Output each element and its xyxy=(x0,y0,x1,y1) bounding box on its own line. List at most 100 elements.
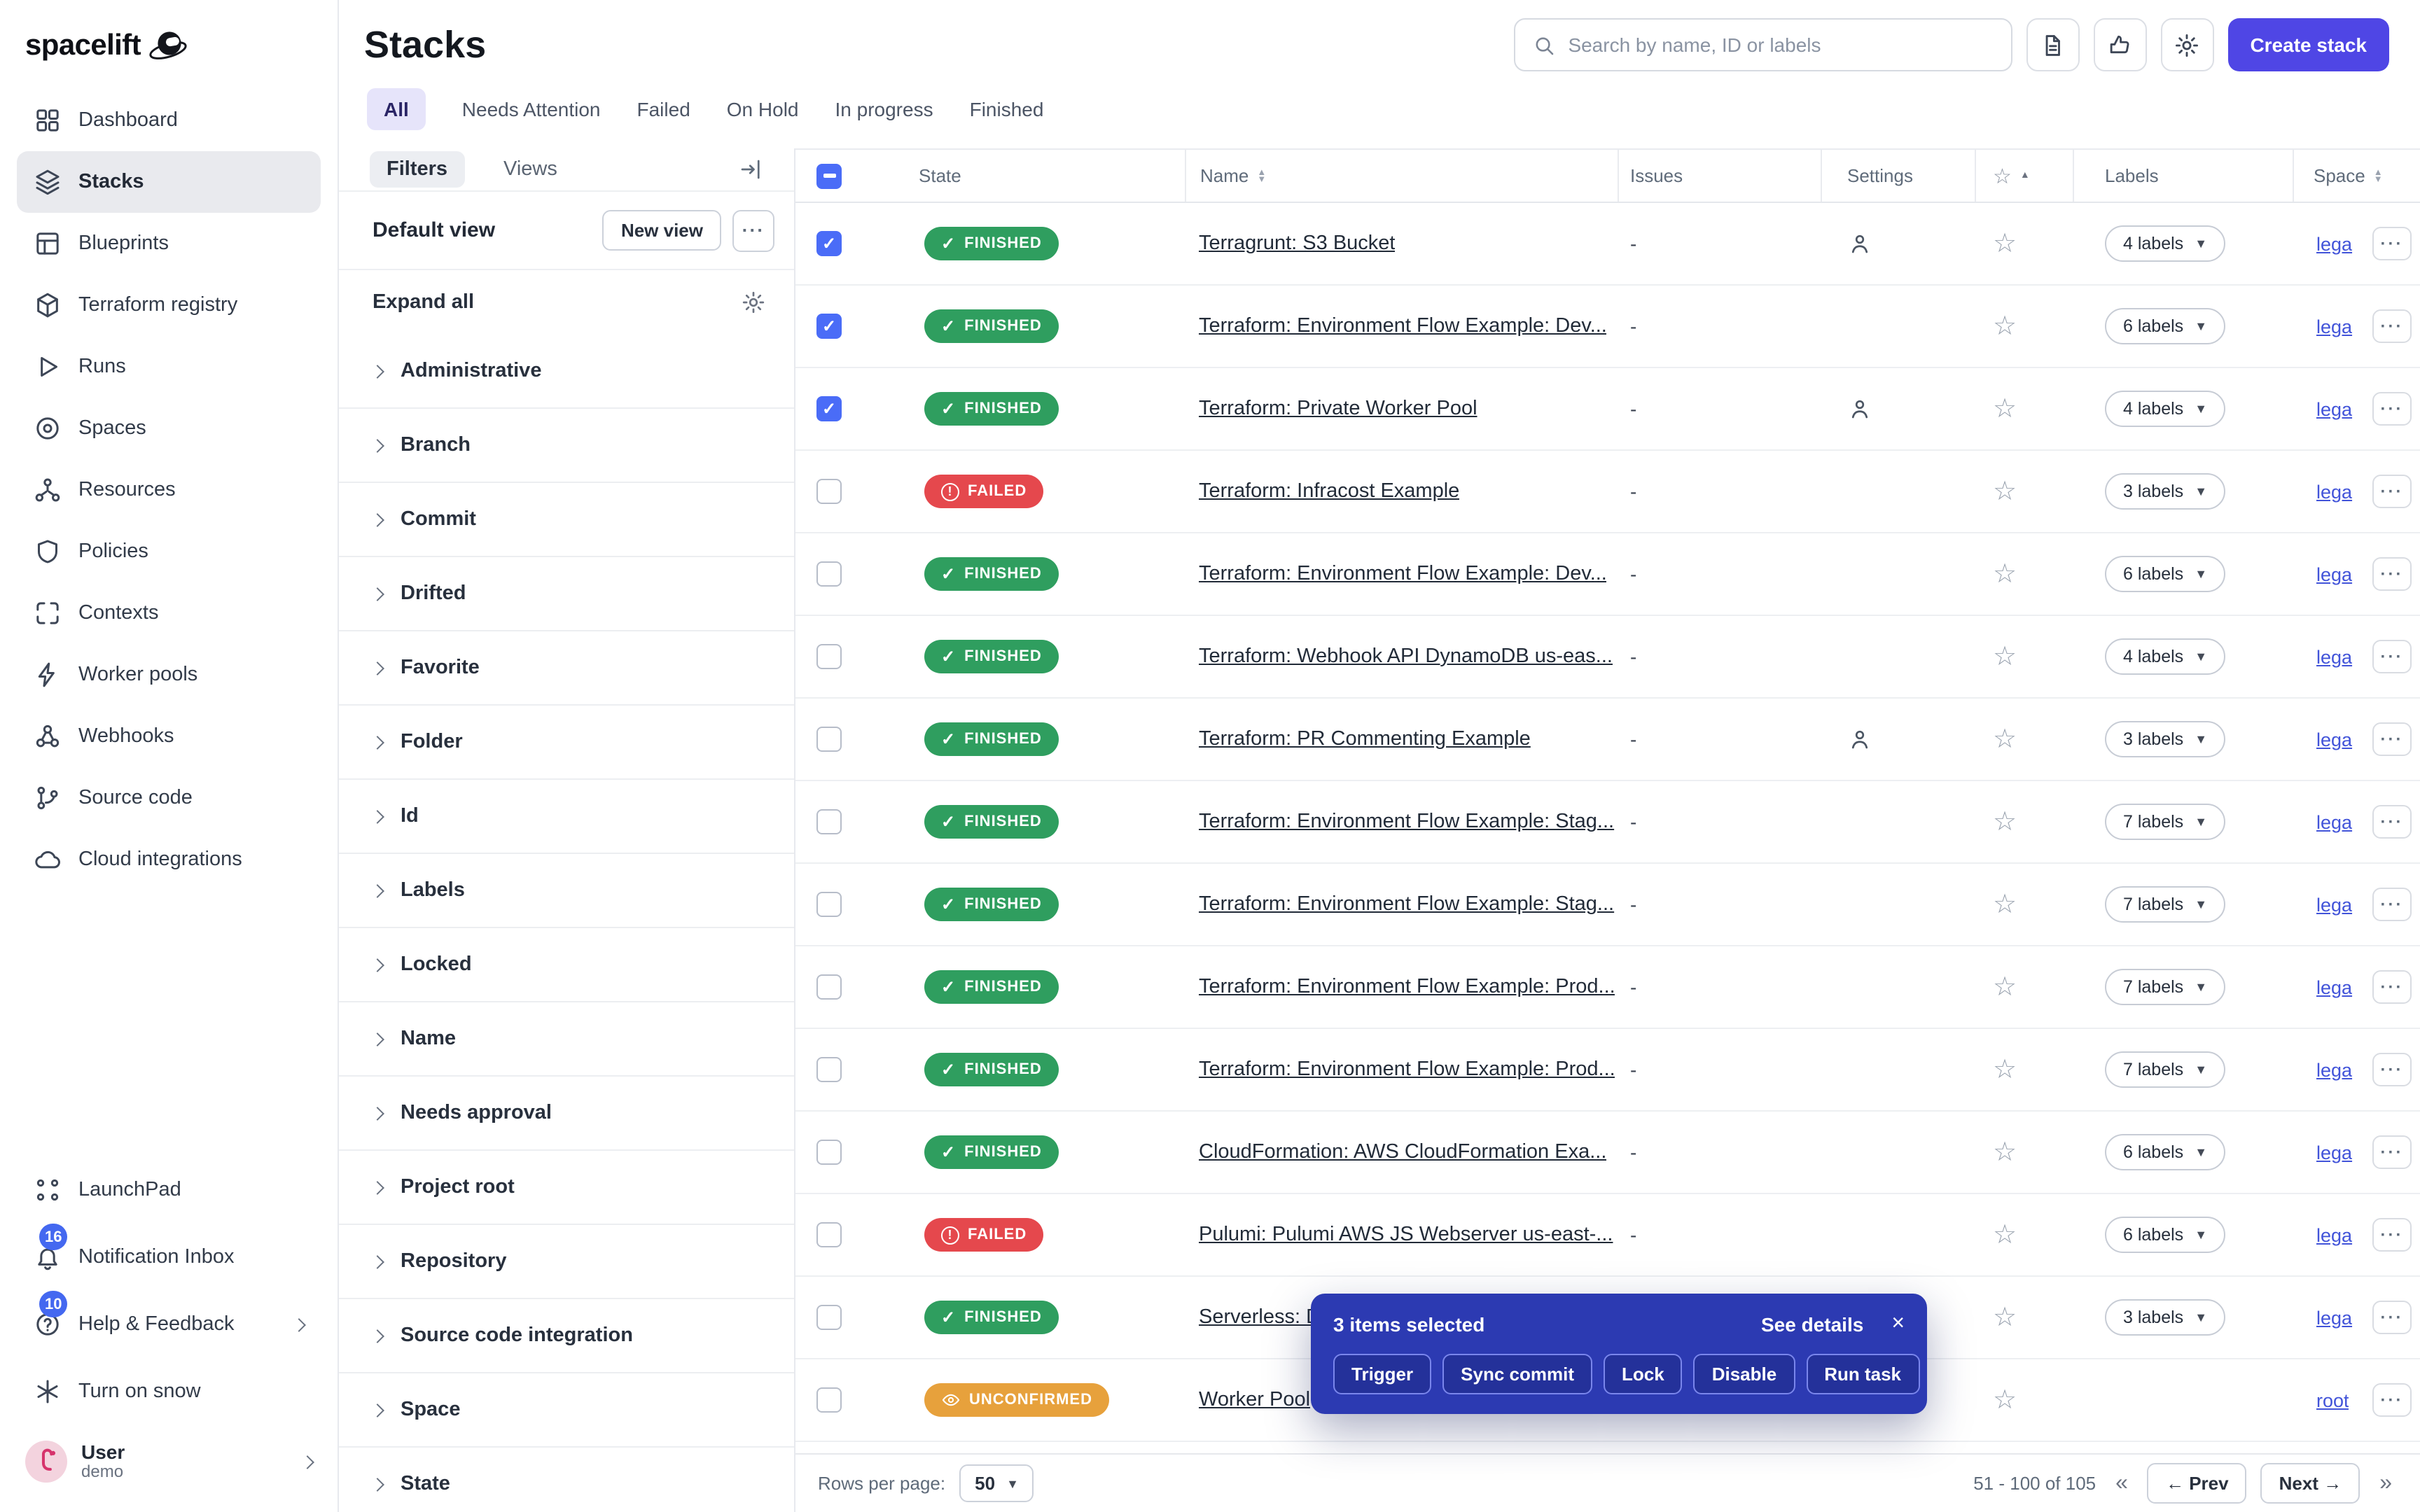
filter-section[interactable]: Repository xyxy=(339,1225,794,1299)
row-actions-button[interactable]: ··· xyxy=(2372,1301,2412,1334)
favorite-star-button[interactable]: ☆ xyxy=(1993,478,2017,505)
filter-section[interactable]: Id xyxy=(339,780,794,854)
stack-name-link[interactable]: Terraform: Infracost Example xyxy=(1199,480,1459,503)
sidebar-item[interactable]: Runs xyxy=(17,336,321,398)
column-header-favorite[interactable]: ☆ ▲ xyxy=(1976,150,2074,202)
row-checkbox[interactable] xyxy=(816,479,842,504)
tab[interactable]: On Hold xyxy=(727,88,799,130)
bulk-action-button[interactable]: Lock xyxy=(1604,1354,1683,1394)
favorite-star-button[interactable]: ☆ xyxy=(1993,230,2017,257)
stack-name-link[interactable]: Terraform: Environment Flow Example: Pro… xyxy=(1199,976,1615,998)
labels-dropdown[interactable]: 3 labels ▼ xyxy=(2105,473,2225,510)
favorite-star-button[interactable]: ☆ xyxy=(1993,808,2017,835)
filter-section[interactable]: Branch xyxy=(339,409,794,483)
sidebar-item[interactable]: Contexts xyxy=(17,582,321,644)
sidebar-item[interactable]: Terraform registry xyxy=(17,274,321,336)
views-tab[interactable]: Views xyxy=(487,151,574,188)
stack-name-link[interactable]: Terraform: PR Commenting Example xyxy=(1199,728,1531,750)
space-link[interactable]: lega xyxy=(2316,1059,2352,1080)
row-checkbox[interactable] xyxy=(816,314,842,339)
labels-dropdown[interactable]: 7 labels ▼ xyxy=(2105,886,2225,923)
filter-section[interactable]: Drifted xyxy=(339,557,794,631)
filters-tab[interactable]: Filters xyxy=(370,151,464,188)
space-link[interactable]: lega xyxy=(2316,481,2352,502)
filter-section[interactable]: Commit xyxy=(339,483,794,557)
row-checkbox[interactable] xyxy=(816,1057,842,1082)
row-checkbox[interactable] xyxy=(816,974,842,1000)
column-header-name[interactable]: Name ▲▼ xyxy=(1186,150,1619,202)
space-link[interactable]: lega xyxy=(2316,1224,2352,1245)
row-actions-button[interactable]: ··· xyxy=(2372,888,2412,921)
labels-dropdown[interactable]: 6 labels ▼ xyxy=(2105,1134,2225,1170)
favorite-star-button[interactable]: ☆ xyxy=(1993,313,2017,340)
rows-per-page-select[interactable]: 50 ▼ xyxy=(959,1464,1034,1502)
filter-section[interactable]: Source code integration xyxy=(339,1299,794,1373)
labels-dropdown[interactable]: 3 labels ▼ xyxy=(2105,721,2225,757)
row-actions-button[interactable]: ··· xyxy=(2372,227,2412,260)
stack-name-link[interactable]: Terraform: Environment Flow Example: Dev… xyxy=(1199,563,1607,585)
space-link[interactable]: lega xyxy=(2316,811,2352,832)
labels-dropdown[interactable]: 7 labels ▼ xyxy=(2105,804,2225,840)
stack-name-link[interactable]: Terraform: Private Worker Pool xyxy=(1199,398,1477,420)
favorite-star-button[interactable]: ☆ xyxy=(1993,1304,2017,1331)
tab[interactable]: All xyxy=(367,88,426,130)
stack-name-link[interactable]: Serverless: D xyxy=(1199,1306,1321,1329)
search-input[interactable] xyxy=(1568,34,1994,56)
first-page-button[interactable]: « xyxy=(2110,1471,2134,1496)
labels-dropdown[interactable]: 6 labels ▼ xyxy=(2105,1217,2225,1253)
space-link[interactable]: lega xyxy=(2316,1307,2352,1328)
close-icon[interactable]: × xyxy=(1891,1313,1905,1336)
row-checkbox[interactable] xyxy=(816,1140,842,1165)
sidebar-item[interactable]: LaunchPad xyxy=(17,1156,321,1224)
next-page-button[interactable]: Next → xyxy=(2261,1463,2360,1504)
filter-section[interactable]: Labels xyxy=(339,854,794,928)
user-menu[interactable]: User demo xyxy=(17,1425,321,1498)
tab[interactable]: Failed xyxy=(637,88,690,130)
labels-dropdown[interactable]: 6 labels ▼ xyxy=(2105,556,2225,592)
labels-dropdown[interactable]: 7 labels ▼ xyxy=(2105,969,2225,1005)
filter-section[interactable]: Locked xyxy=(339,928,794,1002)
row-checkbox[interactable] xyxy=(816,1222,842,1247)
bulk-action-button[interactable]: Disable xyxy=(1694,1354,1795,1394)
filter-section[interactable]: Folder xyxy=(339,706,794,780)
row-checkbox[interactable] xyxy=(816,892,842,917)
favorite-star-button[interactable]: ☆ xyxy=(1993,643,2017,670)
space-link[interactable]: lega xyxy=(2316,976,2352,997)
favorite-star-button[interactable]: ☆ xyxy=(1993,1387,2017,1413)
row-actions-button[interactable]: ··· xyxy=(2372,475,2412,508)
labels-dropdown[interactable]: 7 labels ▼ xyxy=(2105,1051,2225,1088)
row-checkbox[interactable] xyxy=(816,809,842,834)
row-actions-button[interactable]: ··· xyxy=(2372,1218,2412,1252)
sidebar-item[interactable]: Stacks xyxy=(17,151,321,213)
row-checkbox[interactable] xyxy=(816,1387,842,1413)
row-checkbox[interactable] xyxy=(816,231,842,256)
sidebar-item[interactable]: Webhooks xyxy=(17,706,321,767)
space-link[interactable]: lega xyxy=(2316,646,2352,667)
row-actions-button[interactable]: ··· xyxy=(2372,805,2412,839)
favorite-star-button[interactable]: ☆ xyxy=(1993,974,2017,1000)
stack-name-link[interactable]: Worker Pool xyxy=(1199,1389,1310,1411)
stack-name-link[interactable]: Pulumi: Pulumi AWS JS Webserver us-east-… xyxy=(1199,1224,1613,1246)
favorite-star-button[interactable]: ☆ xyxy=(1993,1056,2017,1083)
stack-name-link[interactable]: Terraform: Environment Flow Example: Dev… xyxy=(1199,315,1607,337)
favorite-star-button[interactable]: ☆ xyxy=(1993,561,2017,587)
sidebar-item[interactable]: Resources xyxy=(17,459,321,521)
stack-name-link[interactable]: Terraform: Webhook API DynamoDB us-eas..… xyxy=(1199,645,1613,668)
stack-name-link[interactable]: Terragrunt: S3 Bucket xyxy=(1199,232,1396,255)
row-actions-button[interactable]: ··· xyxy=(2372,722,2412,756)
sidebar-item[interactable]: 10 Help & Feedback xyxy=(17,1291,321,1358)
labels-dropdown[interactable]: 4 labels ▼ xyxy=(2105,225,2225,262)
filter-section[interactable]: Needs approval xyxy=(339,1077,794,1151)
column-header-space[interactable]: Space ▲▼ xyxy=(2294,150,2367,202)
sidebar-item[interactable]: Blueprints xyxy=(17,213,321,274)
row-checkbox[interactable] xyxy=(816,1305,842,1330)
filter-section[interactable]: State xyxy=(339,1448,794,1512)
create-stack-button[interactable]: Create stack xyxy=(2227,18,2389,71)
filter-section[interactable]: Space xyxy=(339,1373,794,1448)
row-actions-button[interactable]: ··· xyxy=(2372,1135,2412,1169)
space-link[interactable]: lega xyxy=(2316,316,2352,337)
stack-name-link[interactable]: Terraform: Environment Flow Example: Pro… xyxy=(1199,1058,1615,1081)
labels-dropdown[interactable]: 3 labels ▼ xyxy=(2105,1299,2225,1336)
topbar-icon-button[interactable] xyxy=(2093,18,2146,71)
row-actions-button[interactable]: ··· xyxy=(2372,309,2412,343)
